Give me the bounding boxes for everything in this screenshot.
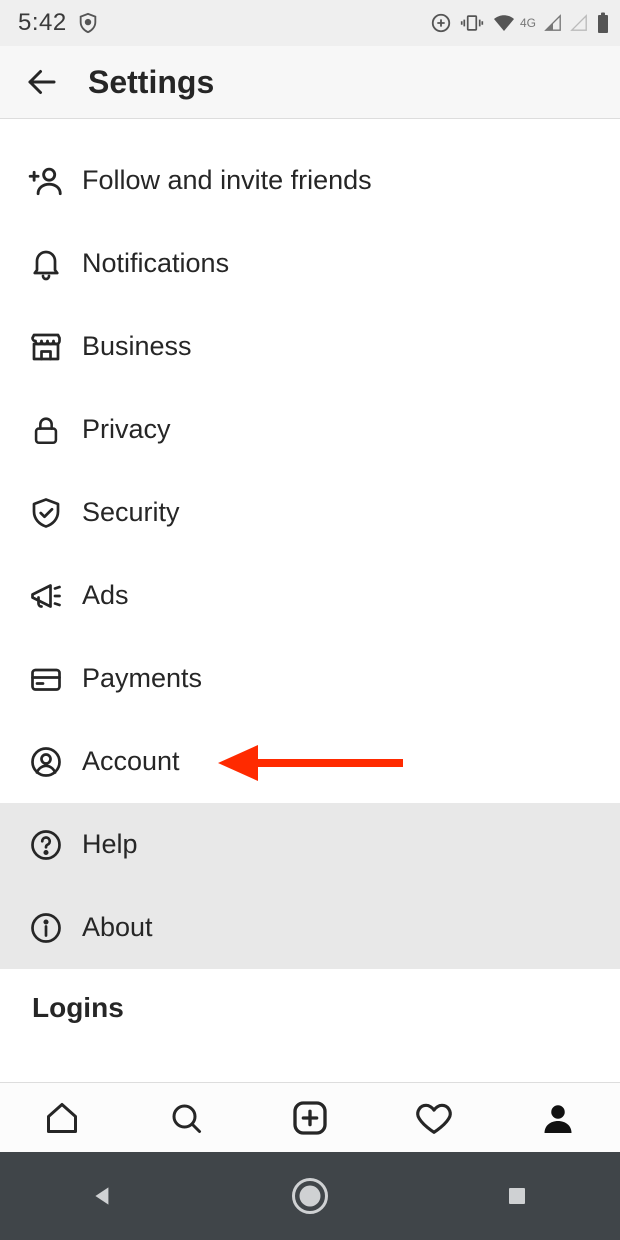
settings-header: Settings	[0, 46, 620, 118]
settings-list: Follow and invite friends Notifications …	[0, 119, 620, 1082]
item-payments[interactable]: Payments	[0, 637, 620, 720]
shield-icon	[77, 12, 99, 34]
add-person-icon	[24, 159, 68, 203]
info-icon	[24, 906, 68, 950]
item-business[interactable]: Business	[0, 305, 620, 388]
status-time: 5:42	[18, 9, 67, 37]
nav-back[interactable]	[81, 1174, 125, 1218]
item-label: Account	[82, 746, 180, 777]
megaphone-icon	[24, 574, 68, 618]
nav-home[interactable]	[288, 1174, 332, 1218]
search-icon	[168, 1100, 204, 1136]
signal-icon	[544, 14, 562, 32]
item-label: Security	[82, 497, 180, 528]
section-logins: Logins	[0, 969, 620, 1047]
plus-box-icon	[290, 1098, 330, 1138]
wifi-icon	[492, 13, 516, 33]
item-label: Payments	[82, 663, 202, 694]
item-label: About	[82, 912, 153, 943]
item-account[interactable]: Account	[0, 720, 620, 803]
home-icon	[44, 1100, 80, 1136]
bottom-tabs	[0, 1082, 620, 1152]
shop-icon	[24, 325, 68, 369]
account-icon	[24, 740, 68, 784]
shield-check-icon	[24, 491, 68, 535]
item-about[interactable]: About	[0, 886, 620, 969]
data-saver-icon	[430, 12, 452, 34]
page-title: Settings	[88, 64, 214, 101]
item-privacy[interactable]: Privacy	[0, 388, 620, 471]
tab-activity[interactable]	[372, 1083, 496, 1152]
item-ads[interactable]: Ads	[0, 554, 620, 637]
nav-back-icon	[90, 1183, 116, 1209]
fourg-label: 4G	[520, 16, 536, 30]
tab-home[interactable]	[0, 1083, 124, 1152]
tab-create[interactable]	[248, 1083, 372, 1152]
nav-home-icon	[292, 1178, 328, 1214]
battery-icon	[596, 12, 610, 34]
item-label: Business	[82, 331, 192, 362]
bell-icon	[24, 242, 68, 286]
item-label: Ads	[82, 580, 129, 611]
item-label: Notifications	[82, 248, 229, 279]
profile-icon	[540, 1100, 576, 1136]
item-notifications[interactable]: Notifications	[0, 222, 620, 305]
nav-recent-icon	[505, 1184, 529, 1208]
vibrate-icon	[460, 12, 484, 34]
back-button[interactable]	[20, 60, 64, 104]
item-label: Follow and invite friends	[82, 165, 372, 196]
help-icon	[24, 823, 68, 867]
item-label: Help	[82, 829, 138, 860]
item-security[interactable]: Security	[0, 471, 620, 554]
tab-profile[interactable]	[496, 1083, 620, 1152]
tab-search[interactable]	[124, 1083, 248, 1152]
nav-recent[interactable]	[495, 1174, 539, 1218]
item-help[interactable]: Help	[0, 803, 620, 886]
card-icon	[24, 657, 68, 701]
heart-icon	[415, 1099, 453, 1137]
status-bar: 5:42 4G	[0, 0, 620, 46]
android-nav-bar	[0, 1152, 620, 1240]
item-label: Privacy	[82, 414, 171, 445]
lock-icon	[24, 408, 68, 452]
item-follow-invite[interactable]: Follow and invite friends	[0, 139, 620, 222]
signal-empty-icon	[570, 14, 588, 32]
